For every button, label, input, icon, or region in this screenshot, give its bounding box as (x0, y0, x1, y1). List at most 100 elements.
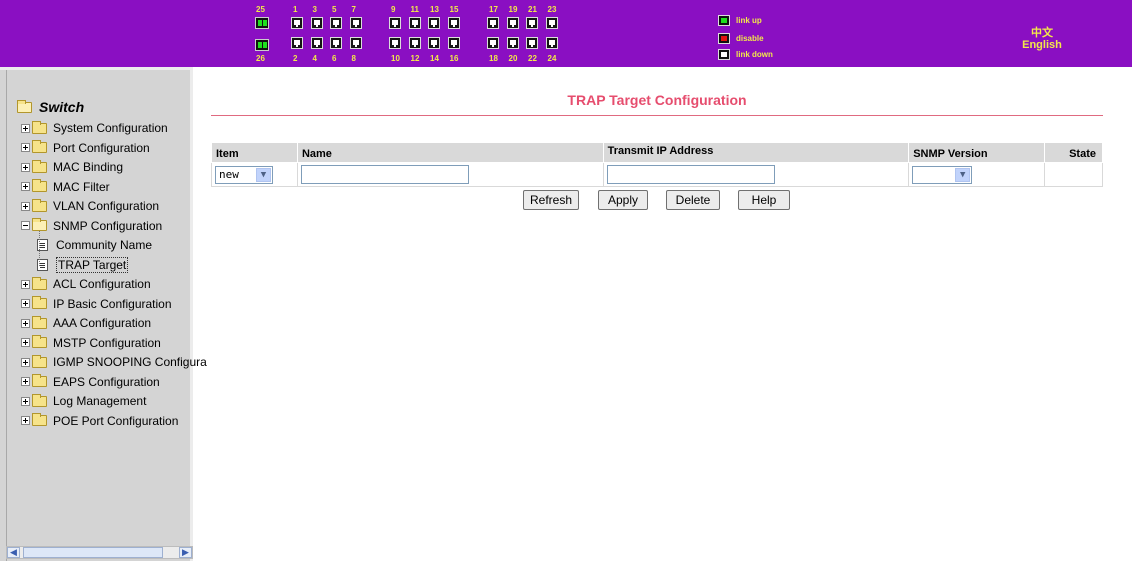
port-number: 12 (410, 54, 420, 63)
port-number: 13 (430, 5, 439, 14)
scroll-thumb[interactable] (23, 547, 163, 558)
sidebar-item-mac-binding[interactable]: MAC Binding (21, 158, 123, 176)
folder-icon (32, 296, 47, 309)
port-link-down-icon[interactable] (526, 17, 538, 29)
combo-port-26-icon[interactable] (255, 39, 269, 51)
chevron-down-icon[interactable]: ▼ (256, 167, 271, 182)
sidebar-item-community-name[interactable]: Community Name (37, 236, 152, 254)
sidebar-item-ip-basic-configuration[interactable]: IP Basic Configuration (21, 295, 172, 313)
port-link-down-icon[interactable] (487, 17, 499, 29)
column-header-snmp-version: SNMP Version (908, 142, 1046, 163)
port-link-down-icon[interactable] (545, 37, 558, 49)
port-number: 3 (312, 5, 317, 14)
folder-icon (32, 354, 47, 368)
port-link-down-icon[interactable] (389, 37, 401, 49)
folder-icon (32, 413, 47, 426)
port-number: 16 (449, 54, 459, 63)
expand-icon[interactable] (21, 162, 30, 172)
name-input[interactable] (300, 165, 469, 184)
combo-port-25-icon[interactable] (255, 17, 269, 29)
sidebar-item-aaa-configuration[interactable]: AAA Configuration (21, 314, 151, 332)
folder-icon (32, 335, 47, 348)
sidebar-item-mstp-configuration[interactable]: MSTP Configuration (21, 334, 161, 352)
tree-root-switch[interactable]: Switch (17, 99, 84, 115)
port-link-down-icon[interactable] (330, 37, 342, 49)
sidebar-item-trap-target[interactable]: TRAP Target (37, 256, 129, 274)
language-english-link[interactable]: English (1020, 39, 1064, 51)
transmit-ip-input[interactable] (606, 165, 775, 184)
sidebar-item-port-configuration[interactable]: Port Configuration (21, 139, 150, 157)
sidebar-item-vlan-configuration[interactable]: VLAN Configuration (21, 197, 159, 215)
tree-connector (39, 230, 40, 266)
collapse-icon[interactable] (21, 221, 30, 230)
port-link-down-icon[interactable] (291, 17, 303, 29)
port-status-banner: 25 26 1 2 3 4 5 6 7 8 9 10 11 12 13 14 15 16 17 18 19 20 21 2… (0, 0, 1132, 67)
sidebar-item-poe-port-configuration[interactable]: POE Port Configuration (21, 412, 178, 430)
sidebar-item-mac-filter[interactable]: MAC Filter (21, 178, 110, 196)
item-select-value: new (219, 168, 239, 181)
folder-icon (32, 198, 47, 212)
sidebar-item-log-management[interactable]: Log Management (21, 392, 146, 410)
sidebar-item-system-configuration[interactable]: System Configuration (21, 119, 168, 137)
port-link-down-icon[interactable] (506, 37, 519, 49)
language-chinese-link[interactable]: 中文 (1020, 24, 1064, 40)
port-link-down-icon[interactable] (447, 17, 460, 29)
expand-icon[interactable] (21, 318, 30, 328)
expand-icon[interactable] (21, 279, 30, 289)
expand-icon[interactable] (21, 123, 30, 133)
port-link-down-icon[interactable] (526, 37, 538, 49)
legend-link-up: link up (718, 14, 762, 26)
port-link-down-icon[interactable] (349, 17, 362, 29)
expand-icon[interactable] (21, 143, 30, 152)
port-link-down-icon[interactable] (545, 17, 558, 29)
port-link-down-icon[interactable] (428, 17, 440, 29)
expand-icon[interactable] (21, 201, 30, 211)
port-number: 26 (256, 54, 265, 63)
port-link-down-icon[interactable] (408, 37, 421, 49)
expand-icon[interactable] (21, 299, 30, 308)
port-link-down-icon[interactable] (408, 17, 421, 29)
scroll-left-icon[interactable]: ◀ (7, 547, 20, 558)
port-link-down-icon[interactable] (447, 37, 460, 49)
snmp-version-select[interactable]: ▼ (912, 165, 973, 184)
column-header-state: State (1044, 142, 1103, 163)
port-link-down-icon[interactable] (349, 37, 362, 49)
column-header-ip: Transmit IP Address (602, 142, 910, 163)
port-link-down-icon[interactable] (310, 17, 323, 29)
expand-icon[interactable] (21, 416, 30, 425)
port-number: 15 (449, 5, 459, 14)
sidebar-item-eaps-configuration[interactable]: EAPS Configuration (21, 373, 160, 391)
expand-icon[interactable] (21, 357, 30, 367)
refresh-button[interactable]: Refresh (523, 190, 579, 210)
sidebar-item-snmp-configuration[interactable]: SNMP Configuration (21, 217, 162, 235)
folder-icon (32, 315, 47, 329)
delete-button[interactable]: Delete (666, 190, 720, 210)
folder-icon (32, 159, 47, 173)
port-link-down-icon[interactable] (506, 17, 519, 29)
port-link-down-icon[interactable] (389, 17, 401, 29)
port-link-down-icon[interactable] (330, 17, 342, 29)
help-button[interactable]: Help (738, 190, 790, 210)
column-header-name: Name (296, 142, 604, 163)
sidebar-item-igmp-snooping-configura[interactable]: IGMP SNOOPING Configura (21, 353, 207, 371)
expand-icon[interactable] (21, 338, 30, 347)
expand-icon[interactable] (21, 396, 30, 406)
sidebar-item-label: System Configuration (53, 121, 168, 135)
chevron-down-icon[interactable]: ▼ (955, 167, 971, 182)
port-number: 8 (351, 54, 356, 63)
port-link-down-icon[interactable] (310, 37, 323, 49)
horizontal-scrollbar[interactable]: ◀ ▶ (6, 546, 193, 559)
scroll-right-icon[interactable]: ▶ (179, 547, 192, 558)
expand-icon[interactable] (21, 377, 30, 386)
page-title: TRAP Target Configuration (567, 92, 747, 108)
port-link-down-icon[interactable] (487, 37, 499, 49)
port-link-down-icon[interactable] (428, 37, 440, 49)
sidebar-item-acl-configuration[interactable]: ACL Configuration (21, 275, 151, 293)
state-cell (1044, 162, 1103, 187)
apply-button[interactable]: Apply (598, 190, 648, 210)
item-select[interactable]: new ▼ (215, 165, 273, 184)
expand-icon[interactable] (21, 182, 30, 191)
sidebar-item-label: TRAP Target (56, 256, 129, 273)
port-link-down-icon[interactable] (291, 37, 303, 49)
port-number: 9 (391, 5, 396, 14)
